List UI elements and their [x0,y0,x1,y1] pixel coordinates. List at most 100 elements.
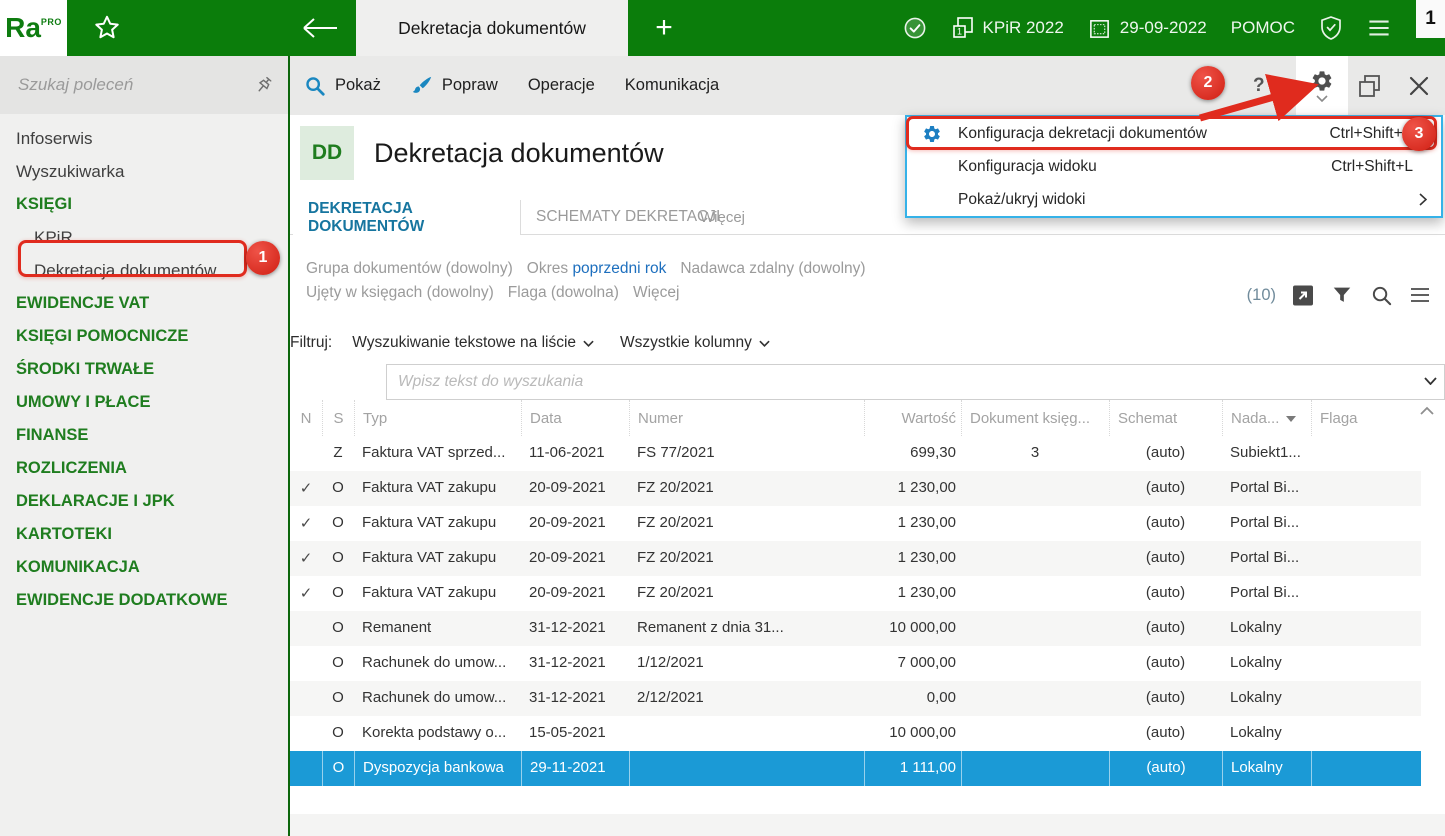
tab-dekretacja-dokumentow[interactable]: DEKRETACJA DOKUMENTÓW [293,200,521,235]
tab-label: DEKRETACJA DOKUMENTÓW [308,200,520,236]
column-header-dokument[interactable]: Dokument księg... [961,400,1109,436]
cell-data: 20-09-2021 [521,506,629,541]
column-header-numer[interactable]: Numer [629,400,864,436]
column-header-flaga[interactable]: Flaga [1311,400,1421,436]
filter-columns-dropdown[interactable]: Wszystkie kolumny [620,334,770,352]
table-row[interactable]: ✓OFaktura VAT zakupu20-09-2021FZ 20/2021… [290,541,1421,576]
filter-mode-dropdown[interactable]: Wyszukiwanie tekstowe na liście [352,334,594,352]
cell-wartosc: 1 230,00 [864,576,961,611]
restore-window-icon[interactable] [1356,72,1384,100]
settings-gear-button[interactable] [1296,56,1348,115]
column-header-typ[interactable]: Typ [354,400,521,436]
sidebar-item-kpir[interactable]: KPiR [0,221,288,254]
sidebar-item-label: EWIDENCJE DODATKOWE [16,591,227,610]
filter-grupa-dokumentow[interactable]: Grupa dokumentów (dowolny) [306,257,513,281]
open-in-window-icon[interactable] [1291,283,1315,307]
filter-bar: Filtruj: Wyszukiwanie tekstowe na liście… [290,330,796,356]
main-menu-hamburger-icon[interactable] [1367,16,1391,40]
close-icon[interactable] [1406,73,1432,99]
sidebar-section-finanse[interactable]: FINANSE [0,419,288,452]
back-arrow-icon[interactable] [300,16,340,40]
sidebar-item-dekretacja-dokumentow[interactable]: Dekretacja dokumentów [0,254,288,287]
firm-switcher[interactable]: 1 KPiR 2022 [951,16,1064,40]
sidebar-section-umowy-i-place[interactable]: UMOWY I PŁACE [0,386,288,419]
list-search-box [386,364,1445,400]
table-row[interactable]: ✓OFaktura VAT zakupu20-09-2021FZ 20/2021… [290,471,1421,506]
sidebar-section-ksiegi-pomocnicze[interactable]: KSIĘGI POMOCNICZE [0,320,288,353]
cell-check: ✓ [290,576,322,611]
module-badge-label: DD [312,141,342,165]
list-search-icon[interactable] [1369,283,1393,307]
open-module-tab[interactable]: Dekretacja dokumentów [356,0,628,56]
menu-item-konfiguracja-dekretacji[interactable]: Konfiguracja dekretacji dokumentów Ctrl+… [907,117,1441,150]
menu-item-konfiguracja-widoku[interactable]: Konfiguracja widoku Ctrl+Shift+L [907,150,1441,183]
cell-status: O [322,646,354,681]
table-row[interactable]: ORachunek do umow...31-12-20211/12/20217… [290,646,1421,681]
show-button[interactable]: Pokaż [304,75,381,97]
sidebar-item-label: ROZLICZENIA [16,459,127,478]
table-row[interactable]: ORachunek do umow...31-12-20212/12/20210… [290,681,1421,716]
filter-funnel-icon[interactable] [1330,283,1354,307]
column-header-nadawca[interactable]: Nada... [1222,400,1311,436]
firm-icon: 1 [951,16,975,40]
new-tab-button[interactable]: + [628,0,700,56]
tab-more[interactable]: Więcej [700,200,745,234]
list-search-input[interactable] [386,364,1445,400]
table-row-selected[interactable]: ODyspozycja bankowa29-11-20211 111,00(au… [290,751,1421,786]
filter-more[interactable]: Więcej [633,281,680,305]
list-menu-icon[interactable] [1408,283,1432,307]
table-row[interactable]: ✓OFaktura VAT zakupu20-09-2021FZ 20/2021… [290,506,1421,541]
tab-label: SCHEMATY DEKRETACJI [536,208,720,226]
help-menu[interactable]: POMOC [1231,18,1295,38]
sidebar-section-srodki-trwale[interactable]: ŚRODKI TRWAŁE [0,353,288,386]
communication-menu[interactable]: Komunikacja [625,76,719,95]
cell-wartosc: 1 230,00 [864,471,961,506]
sidebar-section-kartoteki[interactable]: KARTOTEKI [0,518,288,551]
pin-icon[interactable] [254,75,274,95]
table-row[interactable]: ORemanent31-12-2021Remanent z dnia 31...… [290,611,1421,646]
table-row[interactable]: OKorekta podstawy o...15-05-202110 000,0… [290,716,1421,751]
cell-dokument [961,611,1109,646]
column-header-n[interactable]: N [290,400,322,436]
table-row[interactable]: ✓OFaktura VAT zakupu20-09-2021FZ 20/2021… [290,576,1421,611]
column-header-s[interactable]: S [322,400,354,436]
filter-ujety-w-ksiegach[interactable]: Ujęty w księgach (dowolny) [306,281,494,305]
scroll-up-icon[interactable] [1420,406,1434,415]
gear-icon [1310,69,1334,93]
logo-text: Ra [5,14,41,42]
edit-button[interactable]: Popraw [411,75,498,97]
column-header-data[interactable]: Data [521,400,629,436]
filter-nadawca-zdalny[interactable]: Nadawca zdalny (dowolny) [680,257,865,281]
column-header-schemat[interactable]: Schemat [1109,400,1222,436]
sidebar-item-wyszukiwarka[interactable]: Wyszukiwarka [0,155,288,188]
sidebar-section-komunikacja[interactable]: KOMUNIKACJA [0,551,288,584]
help-button[interactable]: ? [1253,56,1265,115]
sidebar-section-ksiegi[interactable]: KSIĘGI [0,188,288,221]
sidebar-section-rozliczenia[interactable]: ROZLICZENIA [0,452,288,485]
status-check-icon[interactable] [903,16,927,40]
sidebar-section-ewidencje-vat[interactable]: EWIDENCJE VAT [0,287,288,320]
edit-button-label: Popraw [442,76,498,95]
tab-schematy-dekretacji[interactable]: SCHEMATY DEKRETACJI [536,200,720,234]
filter-okres-value: poprzedni rok [572,260,666,277]
svg-text:1: 1 [957,27,962,37]
work-date-switcher[interactable]: 29-09-2022 [1088,16,1207,40]
menu-item-shortcut: Ctrl+Shift+K [1329,125,1413,143]
filter-flaga[interactable]: Flaga (dowolna) [508,281,619,305]
cell-numer: 1/12/2021 [629,646,864,681]
settings-dropdown-menu: Konfiguracja dekretacji dokumentów Ctrl+… [905,115,1443,218]
sidebar-search-input[interactable] [18,75,238,95]
column-header-wartosc[interactable]: Wartość [864,400,961,436]
security-shield-icon[interactable] [1319,16,1343,40]
sidebar-section-deklaracje-i-jpk[interactable]: DEKLARACJE I JPK [0,485,288,518]
cell-wartosc: 10 000,00 [864,716,961,751]
table-row[interactable]: ZFaktura VAT sprzed...11-06-2021FS 77/20… [290,436,1421,471]
sidebar-item-infoserwis[interactable]: Infoserwis [0,122,288,155]
cell-dokument [961,576,1109,611]
operations-menu[interactable]: Operacje [528,76,595,95]
favorites-star-icon[interactable] [92,13,122,43]
menu-item-pokaz-ukryj-widoki[interactable]: Pokaż/ukryj widoki [907,183,1441,216]
sidebar-section-ewidencje-dodatkowe[interactable]: EWIDENCJE DODATKOWE [0,584,288,617]
filter-okres[interactable]: Okres poprzedni rok [527,257,667,281]
search-expand-chevron-icon[interactable] [1424,377,1437,385]
